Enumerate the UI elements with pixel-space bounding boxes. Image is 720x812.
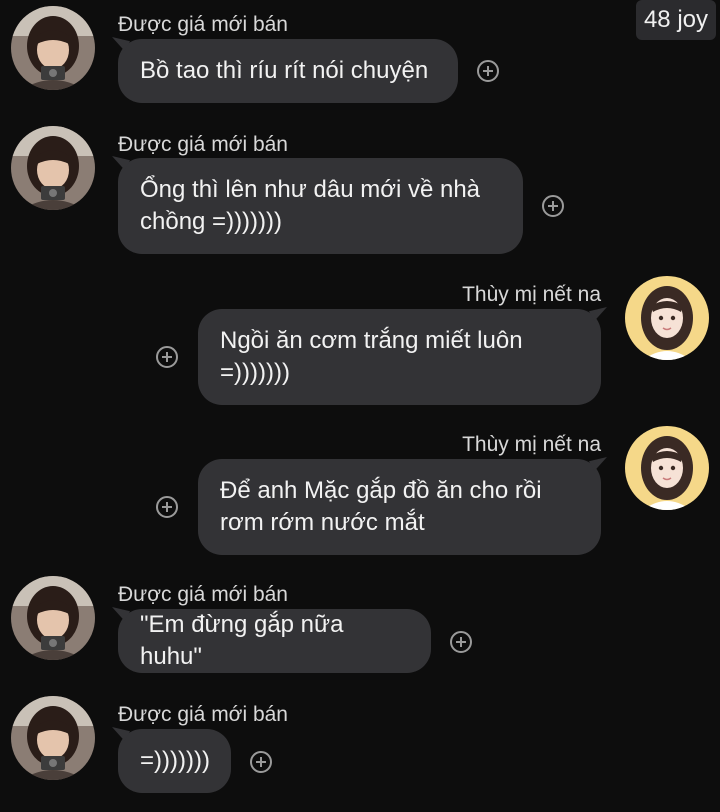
plus-circle-icon[interactable] xyxy=(477,60,499,82)
message-text: Ngồi ăn cơm trắng miết luôn =))))))) xyxy=(220,327,523,386)
sender-avatar[interactable] xyxy=(11,576,95,660)
plus-circle-icon[interactable] xyxy=(156,496,178,518)
sender-avatar[interactable] xyxy=(625,426,709,510)
girl-photo-avatar-icon xyxy=(11,6,95,90)
sender-avatar[interactable] xyxy=(625,276,709,360)
girl-photo-avatar-icon xyxy=(11,576,95,660)
plus-circle-icon[interactable] xyxy=(542,195,564,217)
message-bubble[interactable]: "Em đừng gắp nữa huhu" xyxy=(118,609,431,673)
message-text: Để anh Mặc gắp đồ ăn cho rồi rơm rớm nướ… xyxy=(220,477,542,536)
message-bubble[interactable]: Để anh Mặc gắp đồ ăn cho rồi rơm rớm nướ… xyxy=(198,459,601,555)
sender-name: Được giá mới bán xyxy=(118,703,288,726)
girl-photo-avatar-icon xyxy=(11,126,95,210)
message-text: "Em đừng gắp nữa huhu" xyxy=(140,611,344,670)
message-bubble[interactable]: =))))))) xyxy=(118,729,231,793)
watermark-badge: 48 joy xyxy=(635,0,716,40)
sender-avatar[interactable] xyxy=(11,6,95,90)
plus-circle-icon[interactable] xyxy=(156,346,178,368)
sender-avatar[interactable] xyxy=(11,126,95,210)
sender-name: Được giá mới bán xyxy=(118,133,288,156)
sender-name: Thùy mị nết na xyxy=(462,433,601,456)
message-bubble[interactable]: Bồ tao thì ríu rít nói chuyện xyxy=(118,39,458,103)
sender-name: Được giá mới bán xyxy=(118,13,288,36)
sender-name: Thùy mị nết na xyxy=(462,283,601,306)
message-text: =))))))) xyxy=(140,747,210,774)
message-text: Ổng thì lên như dâu mới về nhà chồng =))… xyxy=(140,176,481,235)
message-bubble[interactable]: Ngồi ăn cơm trắng miết luôn =))))))) xyxy=(198,309,601,405)
message-text: Bồ tao thì ríu rít nói chuyện xyxy=(140,57,429,84)
sender-name: Được giá mới bán xyxy=(118,583,288,606)
plus-circle-icon[interactable] xyxy=(250,751,272,773)
sender-avatar[interactable] xyxy=(11,696,95,780)
anime-girl-avatar-icon xyxy=(625,426,709,510)
girl-photo-avatar-icon xyxy=(11,696,95,780)
plus-circle-icon[interactable] xyxy=(450,631,472,653)
anime-girl-avatar-icon xyxy=(625,276,709,360)
message-bubble[interactable]: Ổng thì lên như dâu mới về nhà chồng =))… xyxy=(118,158,523,254)
